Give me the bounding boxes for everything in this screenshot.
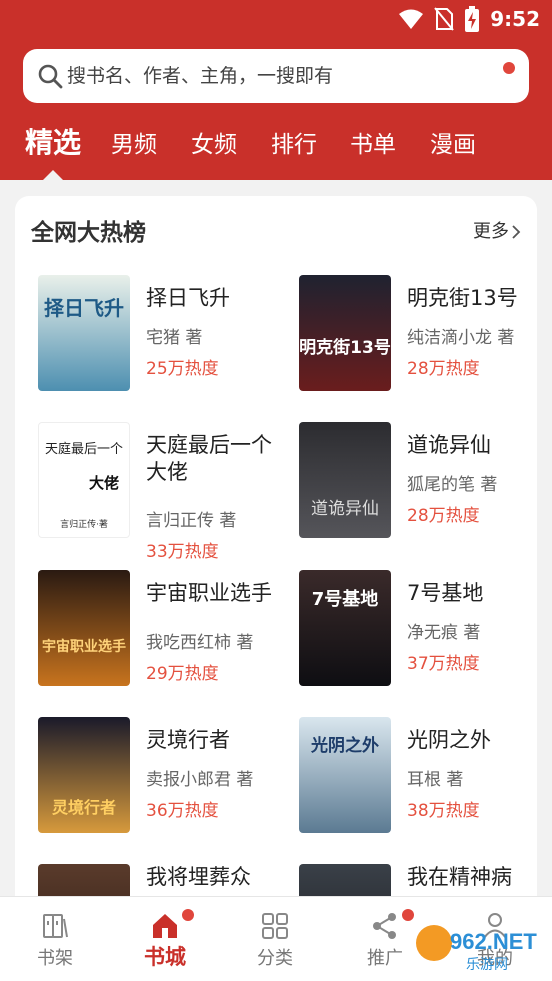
nav-label: 分类 xyxy=(257,948,293,969)
book-title: 明克街13号 xyxy=(407,286,518,310)
notification-dot xyxy=(402,909,414,921)
book-item[interactable]: 明克街13号 明克街13号 纯洁滴小龙 著 28万热度 xyxy=(299,275,537,395)
nav-bookstore[interactable]: 书城 xyxy=(110,897,220,981)
section-title: 全网大热榜 xyxy=(31,220,146,246)
book-heat: 38万热度 xyxy=(407,801,480,821)
nav-category[interactable]: 分类 xyxy=(220,897,330,981)
book-author: 净无痕 著 xyxy=(407,623,481,643)
tab-comics[interactable]: 漫画 xyxy=(430,130,476,160)
book-author: 言归正传 著 xyxy=(146,511,237,531)
category-icon xyxy=(262,913,288,939)
bookstore-icon xyxy=(153,914,177,938)
book-heat: 25万热度 xyxy=(146,359,219,379)
book-title: 道诡异仙 xyxy=(407,433,491,457)
status-bar: 9:52 xyxy=(0,0,552,40)
book-cover[interactable] xyxy=(299,864,391,896)
watermark-brand: 962.NET xyxy=(450,929,537,954)
book-title: 我在精神病 xyxy=(407,865,512,889)
cover-title: 道诡异仙 xyxy=(311,499,379,519)
book-author: 耳根 著 xyxy=(407,770,464,790)
chevron-right-icon xyxy=(512,225,521,239)
book-cover[interactable] xyxy=(38,864,130,896)
book-heat: 36万热度 xyxy=(146,801,219,821)
cover-title: 灵境行者 xyxy=(51,798,116,817)
book-title: 宇宙职业选手 xyxy=(146,581,272,605)
book-item[interactable]: 道诡异仙 道诡异仙 狐尾的笔 著 28万热度 xyxy=(299,422,537,542)
book-title: 择日飞升 xyxy=(146,286,230,310)
book-item[interactable]: 灵境行者 灵境行者 卖报小郎君 著 36万热度 xyxy=(38,717,278,837)
book-cover[interactable]: 光阴之外 xyxy=(299,717,391,833)
battery-charging-icon xyxy=(465,6,480,32)
bookshelf-icon xyxy=(43,914,68,938)
no-sim-icon xyxy=(434,7,455,31)
category-tabs: 精选 男频 女频 排行 书单 漫画 xyxy=(0,120,552,180)
app-header: 9:52 搜书名、作者、主角，一搜即有 精选 男频 女频 排行 书单 漫画 xyxy=(0,0,552,180)
tab-ranking[interactable]: 排行 xyxy=(271,130,317,160)
book-cover[interactable]: 宇宙职业选手 xyxy=(38,570,130,686)
cover-subtitle: 大佬 xyxy=(88,474,119,492)
book-cover[interactable]: 7号基地 xyxy=(299,570,391,686)
cover-title: 明克街13号 xyxy=(299,338,391,358)
search-icon xyxy=(38,64,63,89)
book-cover[interactable]: 道诡异仙 xyxy=(299,422,391,538)
site-watermark: 962.NET 乐游网 xyxy=(416,925,537,973)
book-item[interactable]: 天庭最后一个 大佬 言归正传·著 天庭最后一个大佬 言归正传 著 33万热度 xyxy=(38,422,278,562)
book-heat: 29万热度 xyxy=(146,664,219,684)
book-author: 狐尾的笔 著 xyxy=(407,475,498,495)
book-heat: 28万热度 xyxy=(407,506,480,526)
share-icon xyxy=(373,913,396,939)
book-item[interactable]: 我将埋葬众 xyxy=(38,864,278,896)
book-title: 我将埋葬众 xyxy=(146,865,251,889)
book-author: 我吃西红柿 著 xyxy=(146,633,254,653)
hot-list-card: 全网大热榜 更多 择日飞升 择日飞升 宅猪 著 25万热度 明克街13号 明克街… xyxy=(15,196,537,896)
book-heat: 37万热度 xyxy=(407,654,480,674)
tab-featured[interactable]: 精选 xyxy=(25,128,81,158)
search-placeholder: 搜书名、作者、主角，一搜即有 xyxy=(67,65,334,87)
tab-male[interactable]: 男频 xyxy=(111,130,157,160)
cover-title: 宇宙职业选手 xyxy=(42,639,126,655)
tab-female[interactable]: 女频 xyxy=(191,130,237,160)
cover-title: 光阴之外 xyxy=(311,736,379,756)
book-heat: 28万热度 xyxy=(407,359,480,379)
book-cover[interactable]: 灵境行者 xyxy=(38,717,130,833)
cover-title: 7号基地 xyxy=(311,589,379,610)
cover-title: 天庭最后一个 xyxy=(44,442,123,457)
book-title: 天庭最后一个大佬 xyxy=(146,433,272,484)
cover-title: 择日飞升 xyxy=(44,296,124,320)
tab-indicator xyxy=(43,170,63,180)
book-item[interactable]: 光阴之外 光阴之外 耳根 著 38万热度 xyxy=(299,717,537,837)
book-author: 宅猪 著 xyxy=(146,328,203,348)
book-heat: 33万热度 xyxy=(146,542,219,562)
book-item[interactable]: 7号基地 7号基地 净无痕 著 37万热度 xyxy=(299,570,537,690)
book-author: 纯洁滴小龙 著 xyxy=(407,328,515,348)
more-link[interactable]: 更多 xyxy=(473,220,521,244)
book-title: 灵境行者 xyxy=(146,728,230,752)
status-time: 9:52 xyxy=(490,7,540,31)
search-bar[interactable]: 搜书名、作者、主角，一搜即有 xyxy=(23,49,529,103)
book-item[interactable]: 宇宙职业选手 宇宙职业选手 我吃西红柿 著 29万热度 xyxy=(38,570,278,690)
more-label: 更多 xyxy=(473,221,509,242)
book-item[interactable]: 择日飞升 择日飞升 宅猪 著 25万热度 xyxy=(38,275,278,395)
book-cover[interactable]: 择日飞升 xyxy=(38,275,130,391)
book-title: 光阴之外 xyxy=(407,728,491,752)
book-cover[interactable]: 天庭最后一个 大佬 言归正传·著 xyxy=(38,422,130,538)
nav-label: 书城 xyxy=(144,945,186,969)
wifi-icon xyxy=(399,9,424,29)
book-author: 卖报小郎君 著 xyxy=(146,770,254,790)
watermark-sub: 乐游网 xyxy=(466,957,508,973)
cover-author: 言归正传·著 xyxy=(60,520,108,530)
tab-booklist[interactable]: 书单 xyxy=(350,130,396,160)
book-title: 7号基地 xyxy=(407,581,484,605)
nav-label: 书架 xyxy=(37,948,73,969)
book-cover[interactable]: 明克街13号 xyxy=(299,275,391,391)
notification-dot xyxy=(182,909,194,921)
notification-dot xyxy=(503,62,515,74)
nav-bookshelf[interactable]: 书架 xyxy=(0,897,110,981)
book-item[interactable]: 我在精神病 xyxy=(299,864,537,896)
